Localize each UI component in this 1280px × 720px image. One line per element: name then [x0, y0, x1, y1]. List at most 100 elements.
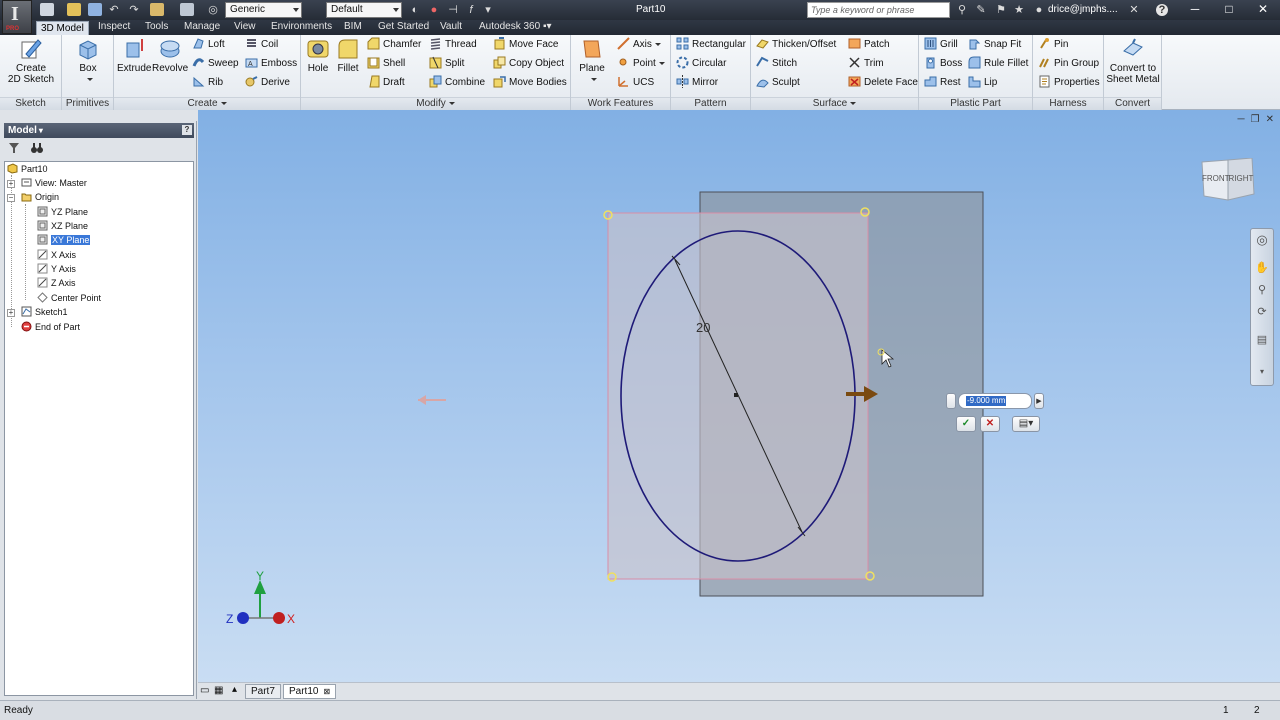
trim-button[interactable]: Trim: [848, 56, 884, 72]
panel-title-modify[interactable]: Modify: [301, 97, 570, 110]
expand-view-master-icon[interactable]: +: [7, 180, 15, 188]
tab-manage[interactable]: Manage: [180, 20, 224, 35]
move-face-button[interactable]: Move Face: [493, 36, 558, 53]
stitch-button[interactable]: Stitch: [756, 56, 797, 72]
minimize-icon[interactable]: ─: [1178, 0, 1212, 20]
new-file-icon[interactable]: [40, 3, 54, 16]
material-dropdown[interactable]: Generic: [225, 2, 302, 18]
browser-help-icon[interactable]: ?: [182, 125, 192, 135]
mini-toolbar-grip[interactable]: [946, 393, 956, 409]
copy-object-button[interactable]: Copy Object: [493, 56, 564, 72]
collapse-origin-icon[interactable]: −: [7, 194, 15, 202]
tab-view[interactable]: View: [230, 20, 260, 35]
sculpt-button[interactable]: Sculpt: [756, 75, 800, 91]
diameter-dimension-text[interactable]: 20: [696, 320, 710, 335]
split-button[interactable]: Split: [429, 56, 464, 72]
combine-button[interactable]: Combine: [429, 75, 485, 91]
revolve-button[interactable]: Revolve: [152, 37, 188, 74]
update-icon[interactable]: ◎: [207, 4, 219, 16]
parameters-icon[interactable]: f: [465, 4, 477, 16]
return-icon[interactable]: [150, 3, 164, 16]
tab-options-icon[interactable]: ▪▾: [539, 20, 556, 35]
derive-button[interactable]: Derive: [245, 75, 290, 91]
user-account[interactable]: drice@jmphs....: [1048, 4, 1118, 15]
patch-button[interactable]: Patch: [848, 37, 890, 53]
doc-tab-part7[interactable]: Part7: [245, 684, 281, 699]
open-file-icon[interactable]: [67, 3, 81, 16]
steering-wheel-icon[interactable]: ◎: [1255, 233, 1269, 247]
thread-button[interactable]: Thread: [429, 37, 477, 53]
snap-fit-button[interactable]: Snap Fit: [968, 37, 1021, 53]
tab-vault[interactable]: Vault: [436, 20, 466, 35]
cascade-windows-icon[interactable]: ▦: [214, 685, 223, 696]
tree-item-end-of-part[interactable]: End of Part: [21, 320, 80, 334]
tile-windows-icon[interactable]: ▭: [200, 685, 209, 696]
axis-button[interactable]: Axis: [617, 37, 661, 53]
pin-button[interactable]: Pin: [1038, 37, 1068, 53]
qat-customize-icon[interactable]: ▾: [482, 4, 494, 16]
select-icon[interactable]: [180, 3, 194, 16]
maximize-icon[interactable]: □: [1212, 0, 1246, 20]
browser-header[interactable]: Model ▾ ?: [4, 123, 194, 138]
sweep-button[interactable]: Sweep: [192, 56, 239, 72]
application-menu-button[interactable]: I PRO: [2, 0, 32, 34]
mirror-button[interactable]: Mirror: [676, 74, 718, 91]
move-bodies-button[interactable]: Move Bodies: [493, 75, 567, 91]
appearance-dropdown[interactable]: Default: [326, 2, 402, 18]
distance-input[interactable]: -9.000 mm: [958, 393, 1032, 409]
zoom-icon[interactable]: ⚲: [1255, 283, 1269, 297]
panel-title-surface[interactable]: Surface: [751, 97, 918, 110]
plane-button[interactable]: Plane: [577, 37, 607, 85]
tree-item-sketch1[interactable]: Sketch1: [21, 305, 68, 319]
tree-item-xz-plane[interactable]: XZ Plane: [37, 219, 88, 233]
hole-button[interactable]: Hole: [305, 37, 331, 74]
tab-tools[interactable]: Tools: [141, 20, 172, 35]
favorites-icon[interactable]: ★: [1013, 4, 1025, 16]
tree-item-center-point[interactable]: Center Point: [37, 291, 101, 305]
thicken-offset-button[interactable]: Thicken/Offset: [756, 37, 836, 53]
loft-button[interactable]: Loft: [192, 37, 225, 53]
tree-item-yz-plane[interactable]: YZ Plane: [37, 205, 88, 219]
coil-button[interactable]: Coil: [245, 37, 278, 53]
properties-button[interactable]: Properties: [1038, 75, 1100, 91]
convert-to-sheet-metal-button[interactable]: Convert to Sheet Metal: [1106, 37, 1160, 85]
open-documents-icon[interactable]: ▴: [232, 684, 237, 695]
binoculars-search-icon[interactable]: [30, 142, 44, 154]
adjust-icon[interactable]: ◐: [409, 4, 421, 16]
expand-sketch1-icon[interactable]: +: [7, 309, 15, 317]
ok-button[interactable]: ✓: [956, 416, 976, 432]
shell-button[interactable]: Shell: [367, 56, 405, 72]
wrench-icon[interactable]: ✎: [975, 4, 987, 16]
browser-dropdown-icon[interactable]: ▾: [39, 126, 43, 135]
viewcube-front-face[interactable]: FRONT: [1202, 174, 1230, 183]
navbar-options-icon[interactable]: ▾: [1255, 365, 1269, 379]
viewcube-right-face[interactable]: RIGHT: [1228, 174, 1254, 183]
emboss-button[interactable]: A Emboss: [245, 56, 297, 72]
orbit-icon[interactable]: ⟳: [1255, 305, 1269, 319]
tab-3d-model[interactable]: 3D Model: [36, 21, 89, 35]
tree-item-z-axis[interactable]: Z Axis: [37, 276, 76, 290]
boss-button[interactable]: Boss: [924, 56, 962, 72]
tree-item-origin[interactable]: Origin: [21, 190, 59, 204]
pan-icon[interactable]: ✋: [1255, 261, 1269, 275]
search-input[interactable]: Type a keyword or phrase: [807, 2, 950, 18]
close-tab-icon[interactable]: ⊠: [323, 687, 330, 696]
tree-item-part10[interactable]: Part10: [7, 162, 48, 176]
tab-autodesk-360[interactable]: Autodesk 360: [475, 20, 544, 35]
box-button[interactable]: Box: [72, 37, 104, 85]
axis-dropdown-icon[interactable]: [654, 42, 661, 46]
close-icon[interactable]: ✕: [1246, 0, 1280, 20]
doc-tab-part10[interactable]: Part10 ⊠: [283, 684, 337, 699]
ucs-button[interactable]: UCS: [617, 75, 654, 91]
box-dropdown-icon[interactable]: [86, 77, 93, 81]
mini-toolbar-options-button[interactable]: ▤▾: [1012, 416, 1040, 432]
tree-item-xy-plane[interactable]: XY Plane: [37, 233, 91, 247]
help-icon[interactable]: ?: [1156, 4, 1168, 16]
plane-dropdown-icon[interactable]: [590, 77, 597, 81]
communication-center-icon[interactable]: ⚑: [995, 4, 1007, 16]
tree-item-x-axis[interactable]: X Axis: [37, 248, 76, 262]
rib-button[interactable]: Rib: [192, 75, 223, 91]
graphics-window[interactable]: ─ ❐ ✕ 20 Y X Z FRONT RIGHT ◎ ✋ ⚲ ⟳ ▤ ▾ -…: [198, 110, 1280, 682]
create-2d-sketch-button[interactable]: Create 2D Sketch: [6, 37, 56, 85]
cancel-button[interactable]: ✕: [980, 416, 1000, 432]
